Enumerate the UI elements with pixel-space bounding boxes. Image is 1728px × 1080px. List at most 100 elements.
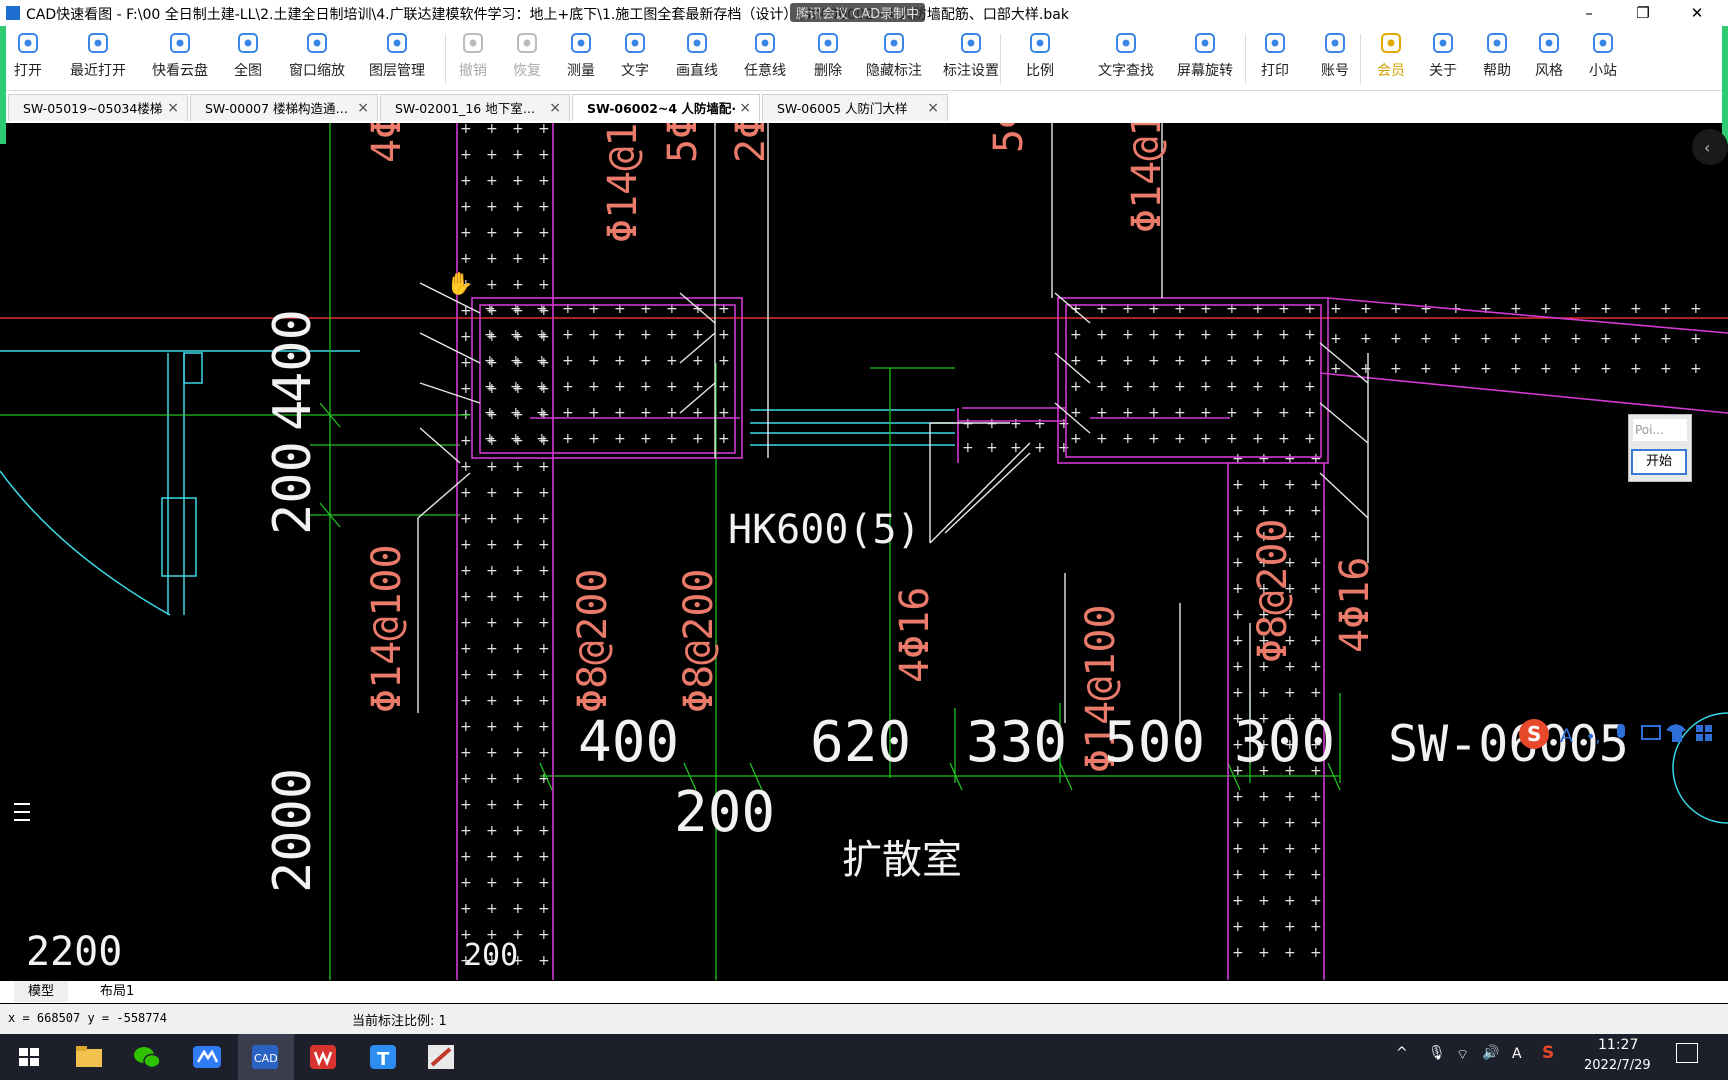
wechat-icon[interactable] [130, 1040, 164, 1074]
wifi-icon[interactable]: ⌔ [1456, 1046, 1469, 1064]
microphone-icon[interactable]: 🎙 [1428, 1045, 1446, 1061]
clock-date[interactable]: 2022/7/29 [1584, 1058, 1651, 1073]
hatch-mark: + [640, 301, 652, 317]
minimize-button[interactable]: – [1572, 2, 1606, 24]
tray-chevron-icon[interactable]: ^ [1396, 1045, 1408, 1061]
tab-sw-06002[interactable]: SW-06002~4 人防墙配· × [572, 94, 760, 121]
close-tab-icon[interactable]: × [167, 95, 179, 121]
start-button[interactable]: 开始 [1631, 449, 1687, 475]
hatch-mark: + [1360, 361, 1372, 377]
toolbar-button-3[interactable]: 全图 [228, 30, 268, 88]
hatch-mark: + [512, 667, 524, 683]
paint-icon[interactable] [424, 1040, 458, 1074]
notification-icon[interactable] [1676, 1043, 1698, 1063]
hatch-mark: + [1232, 607, 1244, 623]
style-icon [1539, 33, 1559, 53]
hatch-mark: + [1200, 431, 1212, 447]
toolbar-button-2[interactable]: 快看云盘 [146, 30, 214, 88]
toolbar-button-7[interactable]: 恢复 [504, 30, 550, 88]
hatch-mark: + [1232, 503, 1244, 519]
line-icon [687, 33, 707, 53]
toolbar-label: 打开 [14, 63, 42, 79]
toolbar-button-21[interactable]: 关于 [1420, 30, 1466, 88]
hatch-mark: + [460, 797, 472, 813]
close-tab-icon[interactable]: × [739, 95, 751, 121]
hatch-mark: + [1660, 361, 1672, 377]
close-tab-icon[interactable]: × [549, 95, 561, 121]
hatch-mark: + [1096, 379, 1108, 395]
toolbar-button-19[interactable]: 账号 [1312, 30, 1358, 88]
toolbar-button-18[interactable]: 打印 [1252, 30, 1298, 88]
tab-model[interactable]: 模型 [14, 981, 69, 1002]
hatch-mark: + [536, 379, 548, 395]
toolbar-button-10[interactable]: 画直线 [666, 30, 728, 88]
restore-button[interactable]: ❐ [1626, 2, 1660, 24]
cad-app-icon[interactable]: CAD [248, 1040, 282, 1074]
sogou-tray-icon[interactable]: S [1542, 1043, 1554, 1063]
toolbar-button-13[interactable]: 隐藏标注 [860, 30, 928, 88]
close-tab-icon[interactable]: × [927, 95, 939, 121]
toolbar-button-12[interactable]: 删除 [800, 30, 856, 88]
toolbar-label: 文字查找 [1098, 63, 1154, 79]
toolbar-button-22[interactable]: 帮助 [1474, 30, 1520, 88]
hatch-mark: + [484, 327, 496, 343]
list-icon[interactable] [14, 803, 30, 821]
toolbar-button-6[interactable]: 撤销 [450, 30, 496, 88]
mic-icon [1617, 724, 1625, 738]
hatch-mark: + [512, 823, 524, 839]
close-tab-icon[interactable]: × [357, 95, 369, 121]
tab-layout1[interactable]: 布局1 [86, 981, 148, 1002]
toolbar-label: 打印 [1261, 63, 1289, 79]
tab-sw-00007[interactable]: SW-00007 楼梯构造通… × [190, 94, 378, 121]
toolbar-button-23[interactable]: 风格 [1526, 30, 1572, 88]
hatch-mark: + [1232, 685, 1244, 701]
hatch-mark: + [460, 459, 472, 475]
hatch-mark: + [1148, 353, 1160, 369]
volume-icon[interactable]: 🔊 [1482, 1045, 1499, 1061]
toolbar-label: 账号 [1321, 63, 1349, 79]
toolbar-button-15[interactable]: 比例 [1018, 30, 1062, 88]
toolbar-button-17[interactable]: 屏幕旋转 [1162, 30, 1248, 88]
tencent-t-icon[interactable]: T [366, 1040, 400, 1074]
tencent-meeting-icon[interactable] [190, 1040, 224, 1074]
clock-time[interactable]: 11:27 [1598, 1037, 1638, 1053]
point-input[interactable]: Poi... [1633, 419, 1687, 441]
toolbar-button-1[interactable]: 最近打开 [62, 30, 134, 88]
user-icon [1325, 33, 1345, 53]
measure-icon [571, 33, 591, 53]
cad-drawing-canvas[interactable]: + + + + + + + + + + + + + + + + + + + + + + + + + + + + + + + + + + + + + + + +… [0, 123, 1728, 980]
close-window-button[interactable]: ✕ [1680, 2, 1714, 24]
toolbar-button-0[interactable]: 打开 [4, 30, 52, 88]
hatch-mark: + [986, 416, 998, 432]
windows-start-icon[interactable] [12, 1040, 46, 1074]
tab-sw-02001[interactable]: SW-02001_16 地下室… × [380, 94, 570, 121]
hatch-mark: + [1304, 327, 1316, 343]
toolbar-button-20[interactable]: 会员 [1368, 30, 1414, 88]
hatch-mark: + [666, 353, 678, 369]
toolbar-button-8[interactable]: 测量 [558, 30, 604, 88]
rebar-label: Φ14@100 [1124, 123, 1170, 233]
toolbar-button-16[interactable]: 文字查找 [1086, 30, 1166, 88]
input-method-indicator[interactable]: A [1512, 1046, 1522, 1062]
toolbar-button-24[interactable]: 小站 [1580, 30, 1626, 88]
wps-icon[interactable] [306, 1040, 340, 1074]
toolbar-label: 测量 [567, 63, 595, 79]
hatch-mark: + [538, 251, 550, 267]
hatch-mark: + [512, 225, 524, 241]
point-popup: Poi... 开始 [1628, 414, 1692, 482]
toolbar-button-14[interactable]: 标注设置 [934, 30, 1008, 88]
tab-sw-05019[interactable]: SW-05019~05034楼梯 × [8, 94, 188, 121]
toolbar-button-4[interactable]: 窗口缩放 [282, 30, 352, 88]
tab-sw-06005[interactable]: SW-06005 人防门大样 × [762, 94, 948, 121]
toolbar-button-11[interactable]: 任意线 [734, 30, 796, 88]
tab-label: SW-00007 楼梯构造通… [205, 101, 349, 116]
ime-toolbar[interactable]: S A •, [1516, 716, 1728, 752]
file-explorer-icon[interactable] [72, 1040, 106, 1074]
toolbar-button-5[interactable]: 图层管理 [362, 30, 432, 88]
hatch-mark: + [486, 641, 498, 657]
hatch-mark: + [538, 173, 550, 189]
toolbar-button-9[interactable]: 文字 [612, 30, 658, 88]
document-tabs: SW-05019~05034楼梯 × SW-00007 楼梯构造通… × SW-02… [0, 91, 1728, 123]
hatch-mark: + [460, 329, 472, 345]
hatch-mark: + [1310, 607, 1322, 623]
